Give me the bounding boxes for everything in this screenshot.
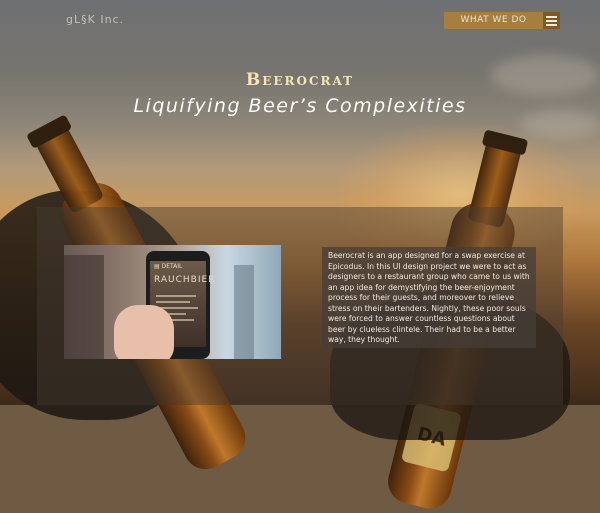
brand-logo[interactable]: gL§K Inc. — [66, 13, 124, 26]
building — [64, 255, 104, 359]
screen-title: RAUCHBIER — [154, 275, 216, 285]
what-we-do-button[interactable]: WHAT WE DO — [444, 12, 543, 29]
page-subtitle: Liquifying Beer’s Complexities — [133, 95, 467, 117]
app-preview-image: ▤ DETAIL RAUCHBIER — [64, 245, 281, 359]
building — [234, 265, 254, 359]
screen-header: ▤ DETAIL — [154, 263, 183, 270]
hand-holding-phone — [114, 305, 174, 359]
hamburger-menu-icon[interactable] — [543, 12, 560, 29]
page-title: Beerocrat — [245, 70, 355, 90]
project-description: Beerocrat is an app designed for a swap … — [322, 247, 536, 348]
